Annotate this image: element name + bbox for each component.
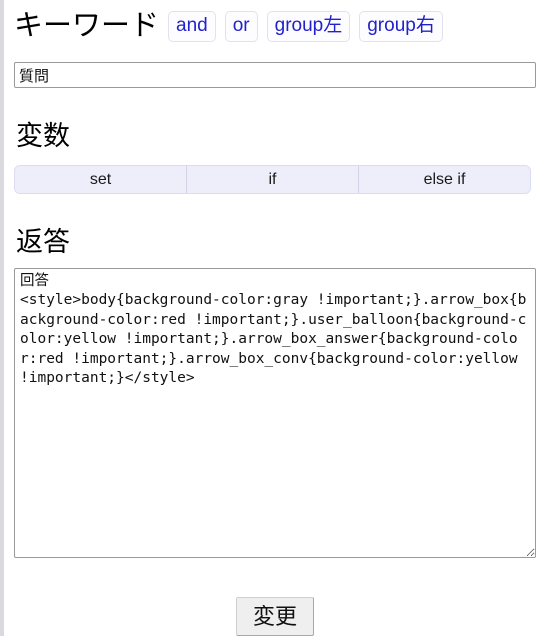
question-input[interactable] bbox=[14, 62, 536, 88]
variable-button-else-if[interactable]: else if bbox=[359, 166, 530, 193]
keyword-button-or[interactable]: or bbox=[224, 10, 258, 42]
variable-button-set[interactable]: set bbox=[15, 166, 187, 193]
submit-change-button[interactable]: 変更 bbox=[236, 597, 314, 636]
keyword-section: キーワード and or group左 group右 bbox=[14, 8, 443, 44]
answer-textarea[interactable] bbox=[14, 268, 536, 558]
variable-heading: 変数 bbox=[16, 121, 70, 151]
keyword-button-group-left[interactable]: group左 bbox=[266, 10, 351, 42]
keyword-heading: キーワード bbox=[14, 10, 160, 42]
form-page: キーワード and or group左 group右 変数 set if els… bbox=[0, 0, 552, 636]
keyword-button-group-right[interactable]: group右 bbox=[359, 10, 443, 42]
variable-button-group: set if else if bbox=[14, 165, 531, 194]
variable-button-if[interactable]: if bbox=[187, 166, 359, 193]
keyword-button-and[interactable]: and bbox=[168, 10, 216, 42]
answer-heading: 返答 bbox=[16, 227, 70, 257]
